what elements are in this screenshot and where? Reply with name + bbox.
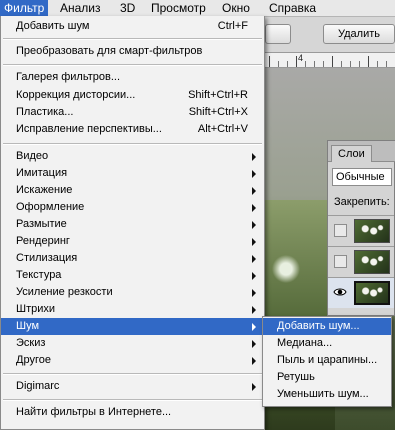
menu-item-pixelate[interactable]: Оформление	[1, 199, 264, 216]
submenu-arrow-icon	[252, 383, 256, 391]
lock-label: Закрепить:	[334, 196, 390, 208]
submenu-arrow-icon	[252, 289, 256, 297]
menu-item-video[interactable]: Видео	[1, 148, 264, 165]
layer-thumbnail	[354, 219, 390, 243]
menu-item-artistic[interactable]: Имитация	[1, 165, 264, 182]
submenu-arrow-icon	[252, 272, 256, 280]
menu-item-noise[interactable]: Шум	[1, 318, 264, 335]
menu-item-vanishing-point[interactable]: Исправление перспективы... Alt+Ctrl+V	[1, 121, 264, 138]
submenu-arrow-icon	[252, 170, 256, 178]
menu-3d[interactable]: 3D	[116, 0, 139, 16]
submenu-item-dust-scratches[interactable]: Пыль и царапины...	[263, 352, 391, 369]
layers-panel: Слои Обычные Закрепить:	[327, 140, 395, 316]
menu-separator	[3, 64, 262, 66]
menu-item-distort[interactable]: Искажение	[1, 182, 264, 199]
menu-item-stylize[interactable]: Стилизация	[1, 250, 264, 267]
menu-item-lens-correction[interactable]: Коррекция дисторсии... Shift+Ctrl+R	[1, 87, 264, 104]
delete-button[interactable]: Удалить	[323, 24, 395, 44]
shortcut: Ctrl+F	[217, 20, 248, 32]
menu-separator	[3, 373, 262, 375]
submenu-arrow-icon	[252, 187, 256, 195]
menu-separator	[3, 38, 262, 40]
menu-item-other[interactable]: Другое	[1, 352, 264, 369]
submenu-item-reduce-noise[interactable]: Уменьшить шум...	[263, 386, 391, 403]
submenu-item-despeckle[interactable]: Ретушь	[263, 369, 391, 386]
submenu-arrow-icon	[252, 221, 256, 229]
menu-view[interactable]: Просмотр	[147, 0, 210, 16]
submenu-arrow-icon	[252, 255, 256, 263]
submenu-arrow-icon	[252, 153, 256, 161]
menu-item-liquify[interactable]: Пластика... Shift+Ctrl+X	[1, 104, 264, 121]
menu-filter[interactable]: Фильтр	[0, 0, 49, 16]
submenu-arrow-icon	[252, 340, 256, 348]
eye-icon[interactable]	[333, 285, 347, 299]
shortcut: Alt+Ctrl+V	[197, 123, 248, 135]
menu-item-texture[interactable]: Текстура	[1, 267, 264, 284]
visibility-toggle[interactable]	[334, 255, 347, 268]
menu-help[interactable]: Справка	[265, 0, 320, 16]
menu-window[interactable]: Окно	[218, 0, 254, 16]
blend-mode-select[interactable]: Обычные	[332, 168, 392, 186]
submenu-arrow-icon	[252, 306, 256, 314]
layers-tabstrip: Слои	[328, 141, 395, 162]
options-button-left[interactable]	[265, 24, 291, 44]
tab-layers[interactable]: Слои	[331, 145, 372, 162]
menu-item-convert-smart-filters[interactable]: Преобразовать для смарт-фильтров	[1, 43, 264, 60]
menu-item-sharpen[interactable]: Усиление резкости	[1, 284, 264, 301]
options-bar: Удалить	[265, 16, 395, 53]
layer-thumbnail	[354, 281, 390, 305]
filter-menu: Добавить шум Ctrl+F Преобразовать для см…	[0, 16, 265, 430]
menu-item-last-filter[interactable]: Добавить шум Ctrl+F	[1, 18, 264, 35]
menu-item-render[interactable]: Рендеринг	[1, 233, 264, 250]
shortcut: Shift+Ctrl+R	[188, 89, 248, 101]
menu-separator	[3, 399, 262, 401]
shortcut: Shift+Ctrl+X	[188, 106, 248, 118]
layer-row-selected[interactable]	[328, 277, 394, 308]
submenu-arrow-icon	[252, 357, 256, 365]
menu-item-brush-strokes[interactable]: Штрихи	[1, 301, 264, 318]
submenu-item-add-noise[interactable]: Добавить шум...	[263, 318, 391, 335]
layer-thumbnail	[354, 250, 390, 274]
submenu-arrow-icon	[252, 323, 256, 331]
ruler-label: 4	[298, 53, 304, 63]
menu-bar: Фильтр Анализ 3D Просмотр Окно Справка	[0, 0, 395, 17]
menu-item-browse-filters-online[interactable]: Найти фильтры в Интернете...	[1, 404, 264, 421]
menu-item-filter-gallery[interactable]: Галерея фильтров...	[1, 69, 264, 86]
horizontal-ruler: 4	[265, 53, 395, 68]
visibility-toggle[interactable]	[334, 224, 347, 237]
menu-item-digimarc[interactable]: Digimarc	[1, 378, 264, 395]
menu-item-blur[interactable]: Размытие	[1, 216, 264, 233]
noise-submenu: Добавить шум... Медиана... Пыль и царапи…	[262, 316, 392, 407]
layer-row[interactable]	[328, 215, 394, 246]
submenu-arrow-icon	[252, 204, 256, 212]
submenu-item-median[interactable]: Медиана...	[263, 335, 391, 352]
menu-analysis[interactable]: Анализ	[56, 0, 105, 16]
menu-separator	[3, 143, 262, 145]
submenu-arrow-icon	[252, 238, 256, 246]
layer-row[interactable]	[328, 246, 394, 277]
menu-item-sketch[interactable]: Эскиз	[1, 335, 264, 352]
